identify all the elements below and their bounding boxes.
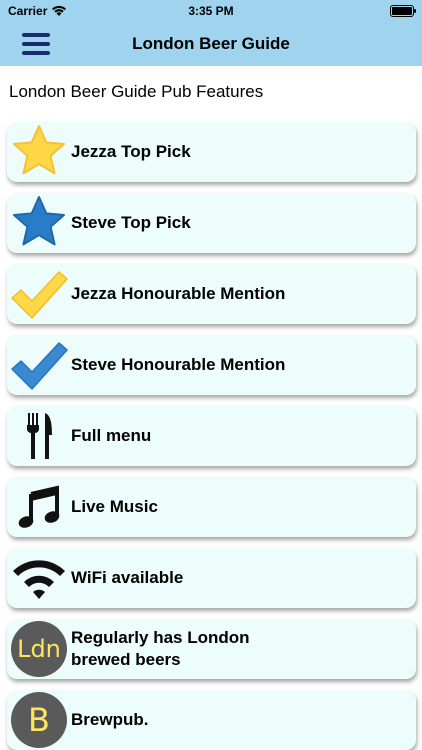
fork-knife-icon bbox=[9, 406, 69, 466]
battery-icon bbox=[390, 5, 416, 17]
yellow-star-icon bbox=[9, 122, 69, 182]
blue-star-icon bbox=[9, 193, 69, 253]
status-bar: Carrier 3:35 PM bbox=[0, 0, 422, 22]
feature-row-london-brewed[interactable]: Ldn Regularly has London brewed beers bbox=[7, 619, 416, 679]
feature-label: Brewpub. bbox=[71, 710, 149, 729]
feature-row-steve-honourable-mention[interactable]: Steve Honourable Mention bbox=[7, 335, 416, 395]
feature-label: Live Music bbox=[71, 497, 158, 516]
feature-row-jezza-honourable-mention[interactable]: Jezza Honourable Mention bbox=[7, 264, 416, 324]
feature-row-brewpub[interactable]: B Brewpub. bbox=[7, 690, 416, 750]
ldn-badge-icon: Ldn bbox=[9, 619, 69, 679]
brewpub-badge-text: B bbox=[11, 692, 67, 748]
ldn-badge-text: Ldn bbox=[11, 621, 67, 677]
blue-check-icon bbox=[9, 335, 69, 395]
feature-row-full-menu[interactable]: Full menu bbox=[7, 406, 416, 466]
feature-row-live-music[interactable]: Live Music bbox=[7, 477, 416, 537]
feature-label: Jezza Honourable Mention bbox=[71, 284, 286, 303]
section-title: London Beer Guide Pub Features bbox=[9, 82, 264, 101]
feature-row-wifi[interactable]: WiFi available bbox=[7, 548, 416, 608]
feature-label: Full menu bbox=[71, 426, 152, 445]
status-time: 3:35 PM bbox=[188, 4, 234, 18]
nav-bar: London Beer Guide bbox=[0, 22, 422, 66]
nav-title: London Beer Guide bbox=[132, 34, 290, 53]
feature-row-steve-top-pick[interactable]: Steve Top Pick bbox=[7, 193, 416, 253]
brewpub-badge-icon: B bbox=[9, 690, 69, 750]
feature-label: WiFi available bbox=[71, 568, 184, 587]
music-note-icon bbox=[9, 477, 69, 537]
feature-label: Steve Top Pick bbox=[71, 213, 191, 232]
wifi-icon bbox=[9, 548, 69, 608]
feature-label: Steve Honourable Mention bbox=[71, 355, 286, 374]
feature-row-jezza-top-pick[interactable]: Jezza Top Pick bbox=[7, 122, 416, 182]
yellow-check-icon bbox=[9, 264, 69, 324]
feature-label: Regularly has London brewed beers bbox=[71, 628, 250, 669]
feature-label: Jezza Top Pick bbox=[71, 142, 191, 161]
